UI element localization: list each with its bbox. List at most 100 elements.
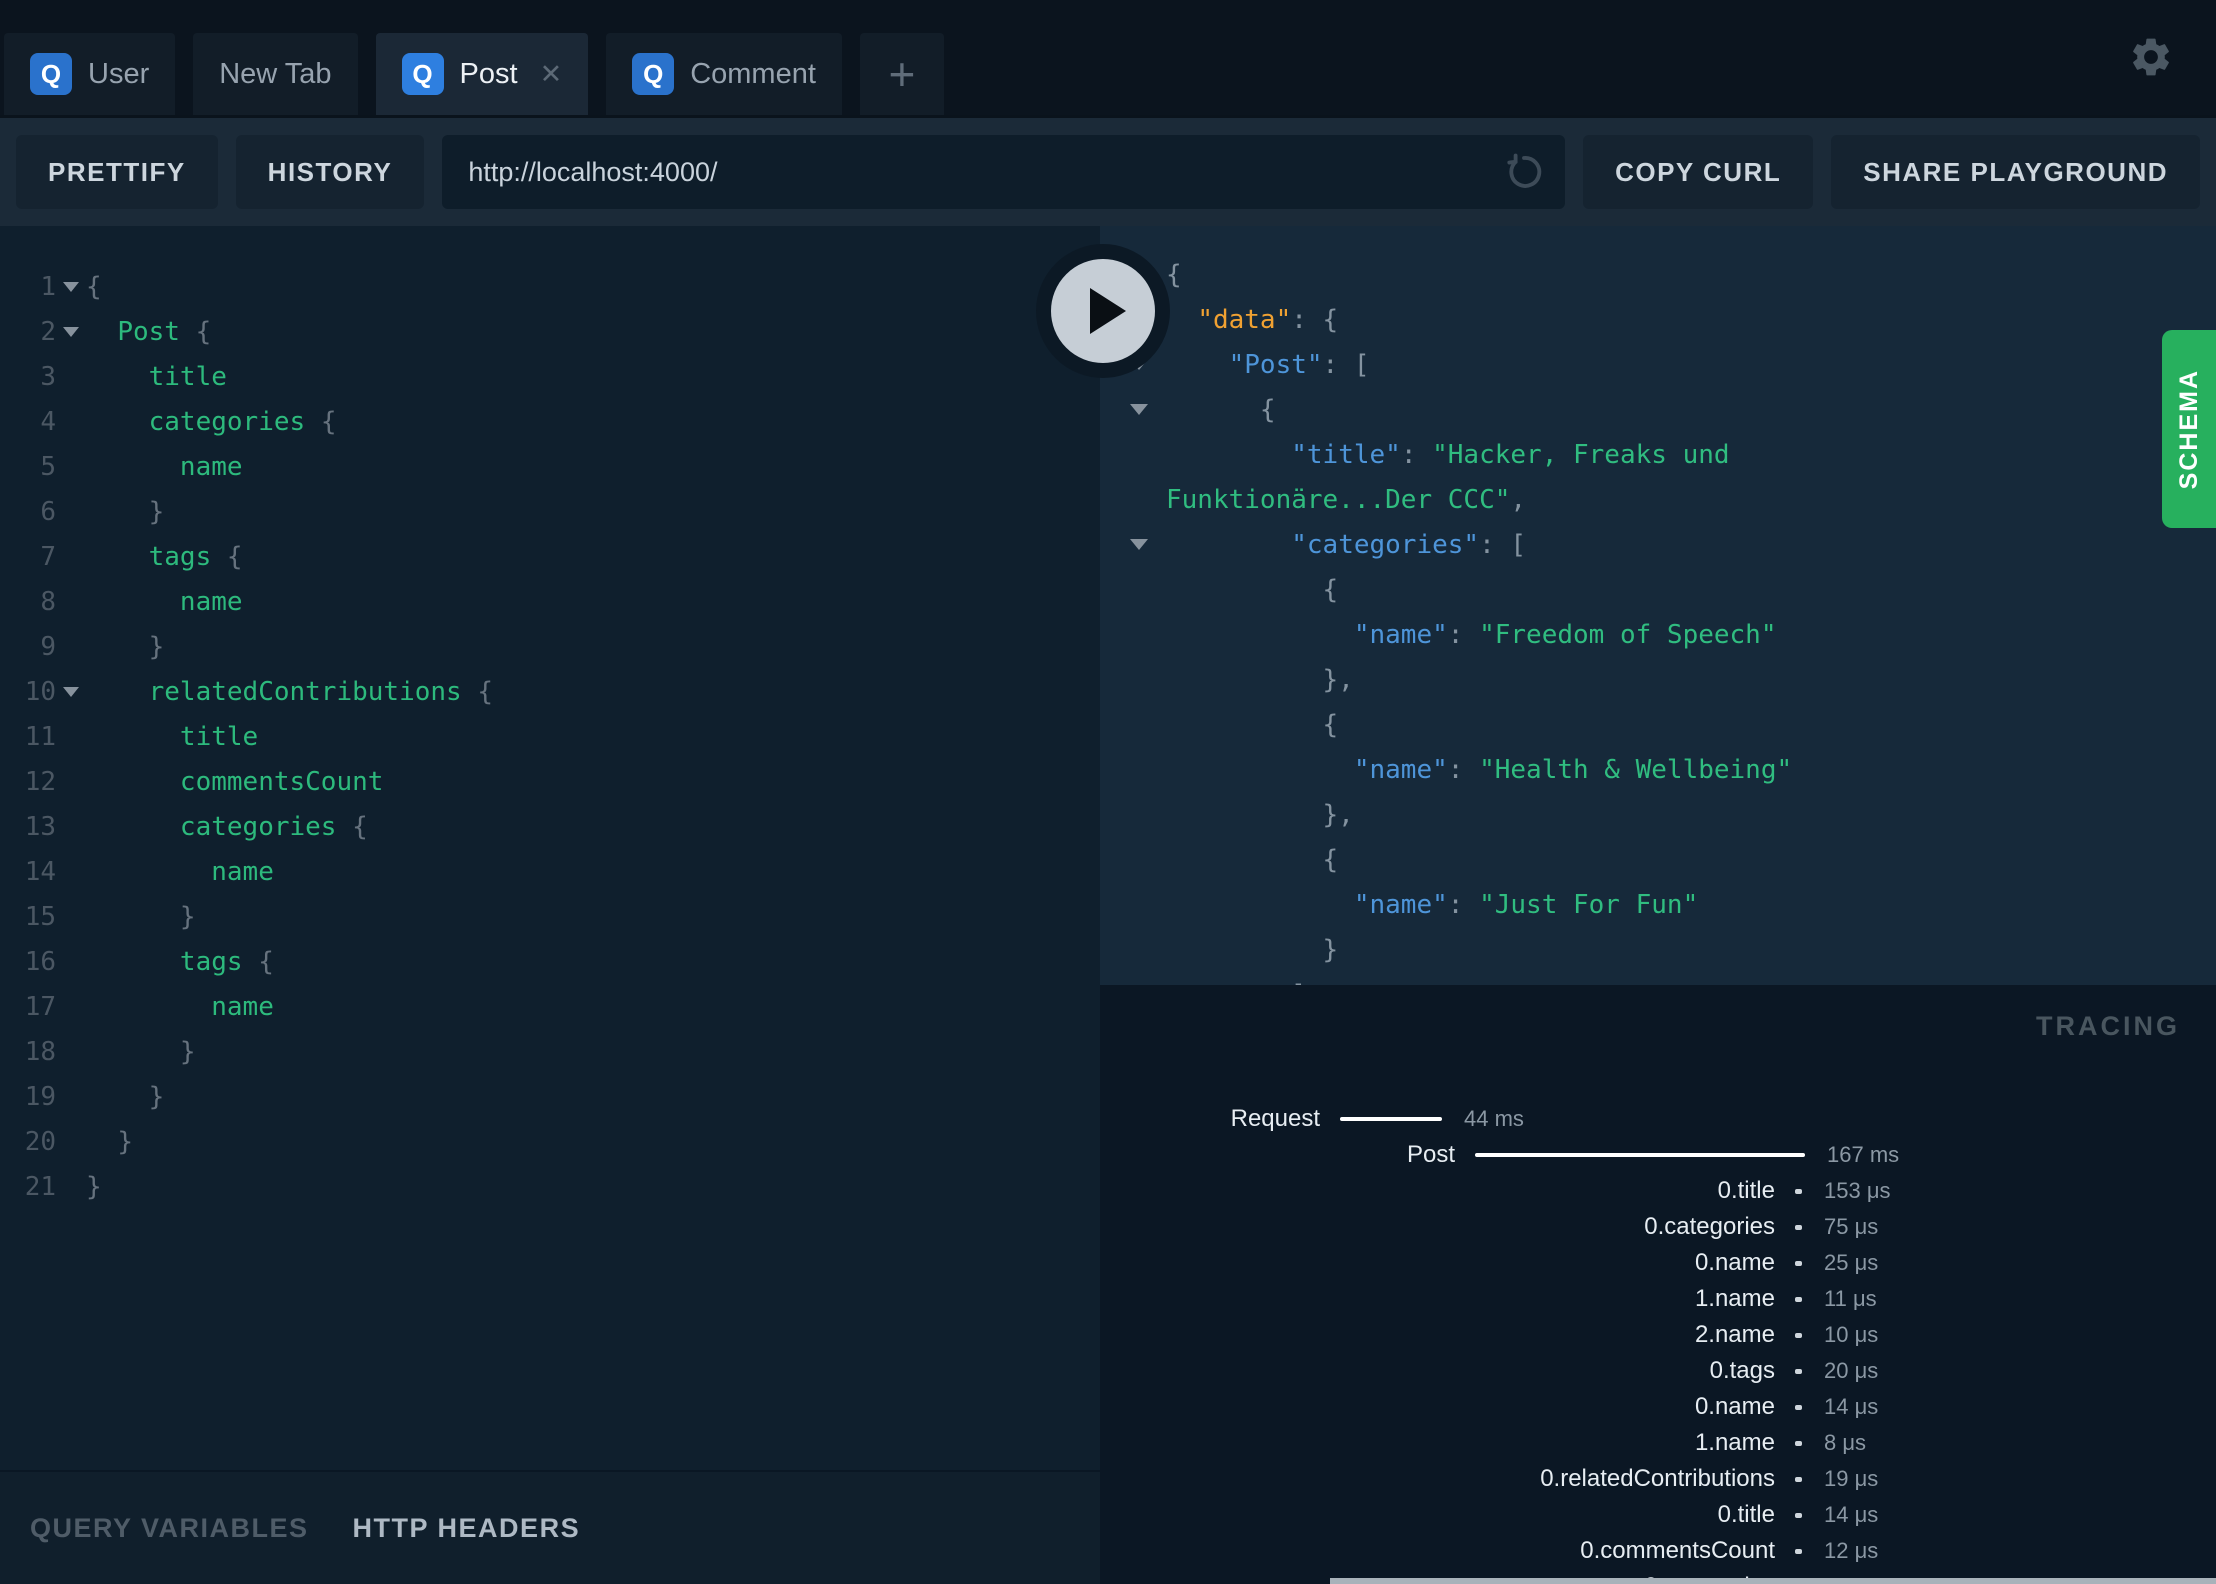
execute-query-button[interactable] [1036,244,1170,378]
close-tab-icon[interactable]: ✕ [540,59,563,90]
code-text: Post { [117,316,212,347]
code-line: 2 Post { [0,309,1100,354]
trace-duration-value: 14 μs [1824,1502,1879,1527]
tab-new-tab[interactable]: New Tab [193,33,358,115]
trace-duration-value: 44 ms [1464,1106,1524,1131]
tab-label: User [88,57,150,90]
response-text: { [1166,574,1339,605]
code-text: commentsCount [179,766,384,797]
response-text: "name": "Just For Fun" [1353,889,1699,920]
code-line: 10 relatedContributions { [0,669,1100,714]
line-number: 4 [40,406,56,437]
tab-label: Comment [690,57,816,90]
schema-tab-button[interactable]: SCHEMA [2162,330,2216,528]
code-text: } [117,1126,133,1157]
trace-duration-value: 75 μs [1824,1214,1879,1239]
code-line: 15 } [0,894,1100,939]
line-number: 1 [40,271,56,302]
endpoint-url-input[interactable]: http://localhost:4000/ [442,135,1566,209]
prettify-button[interactable]: PRETTIFY [16,135,218,209]
trace-duration-value: 153 μs [1824,1178,1891,1203]
response-line: { [1130,252,2216,297]
trace-row: 0.title 14 μs [1100,1497,2216,1533]
tab-label: Post [459,57,518,90]
trace-duration-bar [1475,1153,1805,1157]
code-text: } [179,901,196,932]
trace-row: Request 44 ms [1100,1101,2216,1137]
code-line: 17 name [0,984,1100,1029]
code-text: title [179,721,259,752]
graphql-playground-window: Q User New Tab Q Post ✕ Q Comment + PRET… [0,0,2216,1584]
trace-label: 0.tags [1709,1357,1775,1384]
line-number: 12 [24,766,56,797]
code-line: 18 } [0,1029,1100,1074]
response-line: }, [1130,792,2216,837]
trace-duration-bar [1795,1512,1802,1518]
horizontal-scrollbar-thumb[interactable] [1330,1578,2216,1584]
reload-schema-icon[interactable] [1503,151,1545,193]
response-text: "Post": [ [1228,349,1370,380]
trace-duration-value: 11 μs [1824,1286,1877,1311]
code-line: 19 } [0,1074,1100,1119]
trace-row: 0.tags 20 μs [1100,1353,2216,1389]
left-pane: 1{2 Post {3 title 4 categories {5 name 6 }… [0,226,1100,1584]
fold-arrow-icon[interactable] [56,326,86,337]
fold-arrow-icon[interactable] [1130,404,1166,415]
toolbar: PRETTIFY HISTORY http://localhost:4000/ … [0,118,2216,226]
trace-duration-value: 19 μs [1824,1466,1879,1491]
http-headers-tab[interactable]: HTTP HEADERS [353,1513,581,1544]
settings-gear-icon[interactable] [2128,34,2174,80]
line-number: 18 [24,1036,56,1067]
code-text: name [211,856,274,887]
trace-duration-bar [1340,1117,1442,1121]
trace-label: Request [1230,1105,1320,1132]
line-number: 5 [40,451,56,482]
response-line: "categories": [ [1130,522,2216,567]
code-line: 21} [0,1164,1100,1209]
code-text: } [148,1081,165,1112]
code-text: } [179,1036,196,1067]
copy-curl-button[interactable]: COPY CURL [1583,135,1814,209]
response-text: "data": { [1197,304,1339,335]
line-number: 19 [24,1081,56,1112]
trace-row: 0.name 14 μs [1100,1389,2216,1425]
history-button[interactable]: HISTORY [235,135,425,209]
code-text: } [86,1171,102,1202]
response-line: "title": "Hacker, Freaks und [1130,432,2216,477]
code-text: } [148,631,165,662]
trace-row: 0.title 153 μs [1100,1173,2216,1209]
response-line: Funktionäre...Der CCC", [1130,477,2216,522]
trace-duration-value: 8 μs [1824,1430,1867,1455]
line-number: 13 [24,811,56,842]
code-text: tags { [179,946,274,977]
tab-post[interactable]: Q Post ✕ [375,33,589,115]
query-editor[interactable]: 1{2 Post {3 title 4 categories {5 name 6 }… [0,226,1100,1470]
add-tab-button[interactable]: + [859,33,944,115]
trace-row: 1.name 8 μs [1100,1425,2216,1461]
response-line: { [1130,702,2216,747]
editor-bottom-bar: QUERY VARIABLES HTTP HEADERS [0,1470,1100,1584]
code-line: 5 name [0,444,1100,489]
share-playground-button[interactable]: SHARE PLAYGROUND [1831,135,2200,209]
trace-duration-bar [1795,1548,1802,1554]
line-number: 7 [40,541,56,572]
line-number: 8 [40,586,56,617]
fold-arrow-icon[interactable] [56,686,86,697]
trace-row: 0.name 25 μs [1100,1245,2216,1281]
trace-label: 1.name [1694,1429,1775,1456]
code-text: name [179,451,243,482]
query-variables-tab[interactable]: QUERY VARIABLES [30,1513,309,1544]
trace-row: 0.commentsCount 12 μs [1100,1533,2216,1569]
fold-arrow-icon[interactable] [56,281,86,292]
fold-arrow-icon[interactable] [1130,539,1166,550]
tab-user[interactable]: Q User [4,33,176,115]
code-line: 7 tags { [0,534,1100,579]
trace-label: 0.title [1717,1177,1775,1204]
code-line: 16 tags { [0,939,1100,984]
response-text: }, [1166,664,1354,695]
trace-duration-bar [1795,1260,1802,1266]
trace-duration-value: 20 μs [1824,1358,1879,1383]
line-number: 9 [40,631,56,662]
trace-duration-value: 12 μs [1824,1538,1879,1563]
tab-comment[interactable]: Q Comment [606,33,842,115]
